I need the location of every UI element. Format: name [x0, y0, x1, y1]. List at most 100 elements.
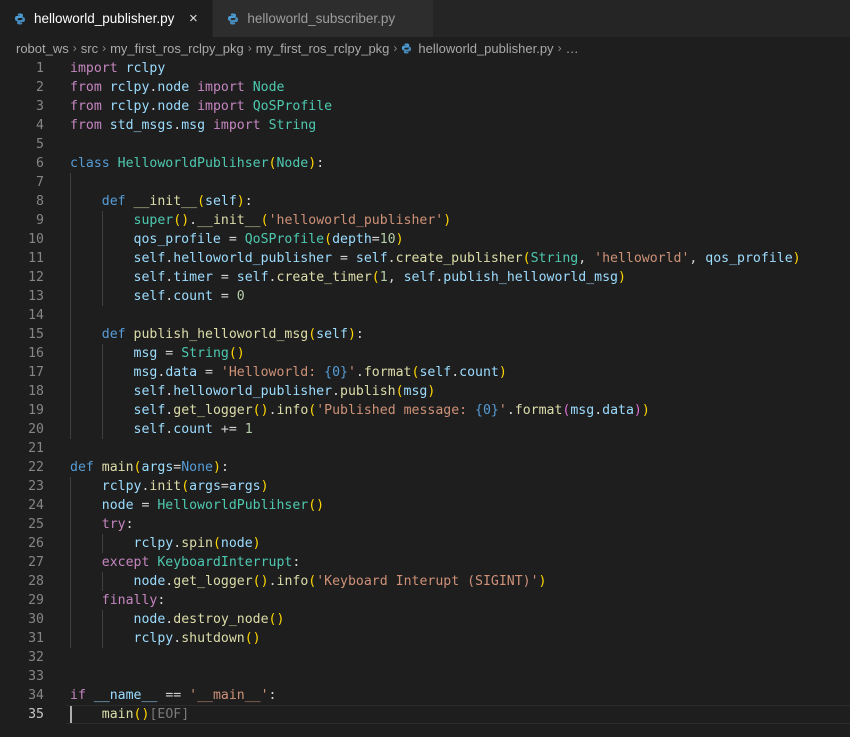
- code-line[interactable]: 21: [0, 439, 850, 458]
- code-line[interactable]: 14: [0, 306, 850, 325]
- code-line[interactable]: 19 self.get_logger().info('Published mes…: [0, 401, 850, 420]
- tab-bar: helloworld_publisher.py × helloworld_sub…: [0, 0, 850, 37]
- code-line[interactable]: 6 class HelloworldPublihser(Node):: [0, 154, 850, 173]
- indent-guide: [101, 572, 103, 591]
- breadcrumb-item-robot-ws[interactable]: robot_ws: [16, 41, 69, 56]
- indent-guide: [101, 211, 103, 230]
- code-line[interactable]: 20 self.count += 1: [0, 420, 850, 439]
- code-line[interactable]: 17 msg.data = 'Helloworld: {0}'.format(s…: [0, 363, 850, 382]
- code-line[interactable]: 11 self.helloworld_publisher = self.crea…: [0, 249, 850, 268]
- indent-guide: [70, 534, 71, 553]
- breadcrumb-item-symbol[interactable]: …: [566, 41, 579, 56]
- line-number: 19: [28, 403, 44, 418]
- code-text: except KeyboardInterrupt:: [70, 553, 850, 572]
- code-text: self.helloworld_publisher.publish(msg): [70, 382, 850, 401]
- code-line[interactable]: 25 try:: [0, 515, 850, 534]
- indent-guide: [101, 401, 103, 420]
- chevron-right-icon: ›: [102, 41, 107, 55]
- code-line[interactable]: 33: [0, 667, 850, 686]
- tab-label: helloworld_publisher.py: [34, 11, 175, 26]
- indent-guide: [101, 534, 103, 553]
- code-line[interactable]: 4 from std_msgs.msg import String: [0, 116, 850, 135]
- indent-guide: [70, 344, 71, 363]
- code-text: msg = String(): [70, 344, 850, 363]
- tab-helloworld-publisher[interactable]: helloworld_publisher.py ×: [0, 0, 214, 37]
- line-number: 17: [28, 365, 44, 380]
- indent-guide: [70, 249, 71, 268]
- code-line[interactable]: 26 rclpy.spin(node): [0, 534, 850, 553]
- indent-guide: [70, 325, 71, 344]
- tab-helloworld-subscriber[interactable]: helloworld_subscriber.py ×: [213, 0, 435, 37]
- breadcrumb-item-file[interactable]: helloworld_publisher.py: [418, 41, 553, 56]
- code-line[interactable]: 7: [0, 173, 850, 192]
- code-text: try:: [70, 515, 850, 534]
- code-text: def publish_helloworld_msg(self):: [70, 325, 850, 344]
- breadcrumb-item-module[interactable]: my_first_ros_rclpy_pkg: [256, 41, 390, 56]
- line-number: 27: [28, 555, 44, 570]
- code-line[interactable]: 13 self.count = 0: [0, 287, 850, 306]
- code-line[interactable]: 24 node = HelloworldPublihser(): [0, 496, 850, 515]
- line-number: 22: [28, 460, 44, 475]
- indent-guide: [70, 496, 71, 515]
- chevron-right-icon: ›: [72, 41, 77, 55]
- code-line[interactable]: 1 import rclpy: [0, 59, 850, 78]
- code-line[interactable]: 22 def main(args=None):: [0, 458, 850, 477]
- code-line[interactable]: 32: [0, 648, 850, 667]
- code-line[interactable]: 8 def __init__(self):: [0, 192, 850, 211]
- code-text: self.timer = self.create_timer(1, self.p…: [70, 268, 850, 287]
- indent-guide: [101, 268, 103, 287]
- line-number: 18: [28, 384, 44, 399]
- chevron-right-icon: ›: [247, 41, 252, 55]
- code-text: self.count = 0: [70, 287, 850, 306]
- code-line[interactable]: 35 main()[EOF]: [0, 705, 850, 724]
- code-text: main()[EOF]: [70, 705, 850, 724]
- code-line[interactable]: 30 node.destroy_node(): [0, 610, 850, 629]
- code-text: node = HelloworldPublihser(): [70, 496, 850, 515]
- line-number: 21: [28, 441, 44, 456]
- close-icon[interactable]: ×: [186, 10, 200, 27]
- line-number: 28: [28, 574, 44, 589]
- indent-guide: [101, 420, 103, 439]
- code-text: super().__init__('helloworld_publisher'): [70, 211, 850, 230]
- indent-guide: [70, 420, 71, 439]
- code-line[interactable]: 5: [0, 135, 850, 154]
- code-line[interactable]: 29 finally:: [0, 591, 850, 610]
- code-text: qos_profile = QoSProfile(depth=10): [70, 230, 850, 249]
- line-number: 14: [28, 308, 44, 323]
- line-number: 35: [28, 707, 44, 722]
- line-number: 11: [28, 251, 44, 266]
- code-line[interactable]: 18 self.helloworld_publisher.publish(msg…: [0, 382, 850, 401]
- code-line[interactable]: 9 super().__init__('helloworld_publisher…: [0, 211, 850, 230]
- code-line[interactable]: 3 from rclpy.node import QoSProfile: [0, 97, 850, 116]
- code-line[interactable]: 10 qos_profile = QoSProfile(depth=10): [0, 230, 850, 249]
- code-line[interactable]: 27 except KeyboardInterrupt:: [0, 553, 850, 572]
- indent-guide: [70, 553, 71, 572]
- breadcrumb: robot_ws › src › my_first_ros_rclpy_pkg …: [0, 37, 850, 59]
- indent-guide: [70, 401, 71, 420]
- code-line[interactable]: 34 if __name__ == '__main__':: [0, 686, 850, 705]
- indent-guide: [70, 363, 71, 382]
- code-line[interactable]: 31 rclpy.shutdown(): [0, 629, 850, 648]
- indent-guide: [101, 629, 103, 648]
- line-number: 23: [28, 479, 44, 494]
- line-number: 24: [28, 498, 44, 513]
- code-editor[interactable]: 1 import rclpy 2 from rclpy.node import Nod…: [0, 59, 850, 737]
- code-text: node.destroy_node(): [70, 610, 850, 629]
- breadcrumb-item-src[interactable]: src: [81, 41, 98, 56]
- indent-guide: [70, 211, 71, 230]
- chevron-right-icon: ›: [393, 41, 398, 55]
- line-number: 29: [28, 593, 44, 608]
- line-number: 1: [36, 61, 44, 76]
- line-number: 32: [28, 650, 44, 665]
- code-line[interactable]: 2 from rclpy.node import Node: [0, 78, 850, 97]
- indent-guide: [70, 629, 71, 648]
- code-line[interactable]: 28 node.get_logger().info('Keyboard Inte…: [0, 572, 850, 591]
- breadcrumb-item-package[interactable]: my_first_ros_rclpy_pkg: [110, 41, 244, 56]
- code-line[interactable]: 23 rclpy.init(args=args): [0, 477, 850, 496]
- code-line[interactable]: 15 def publish_helloworld_msg(self):: [0, 325, 850, 344]
- code-text: self.count += 1: [70, 420, 850, 439]
- line-number: 33: [28, 669, 44, 684]
- code-line[interactable]: 16 msg = String(): [0, 344, 850, 363]
- code-line[interactable]: 12 self.timer = self.create_timer(1, sel…: [0, 268, 850, 287]
